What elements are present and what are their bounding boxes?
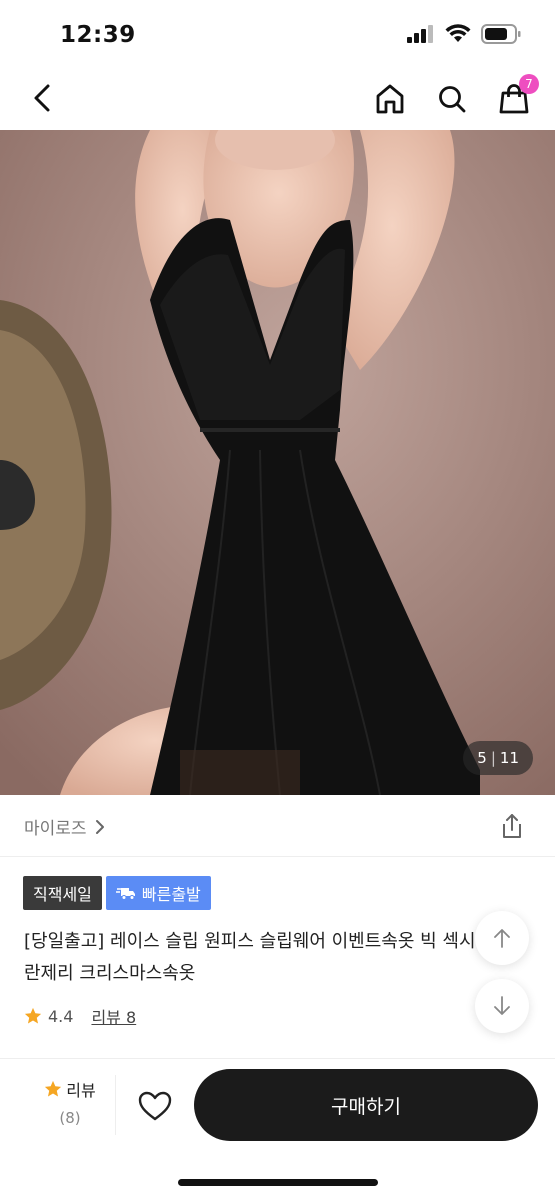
star-icon [24,1007,42,1024]
buy-button[interactable]: 구매하기 [194,1069,538,1141]
review-summary-label-row: 리뷰 [30,1077,110,1101]
review-summary-label: 리뷰 [66,1081,96,1100]
wifi-icon [445,24,471,42]
search-button[interactable] [433,80,471,118]
cart-count-badge: 7 [519,74,539,94]
home-button[interactable] [371,80,409,118]
image-counter: 5 | 11 [463,741,533,775]
truck-icon [115,888,135,900]
rating-value: 4.4 [48,1006,74,1026]
status-icons [407,24,521,44]
seller-link[interactable]: 마이로즈 [24,814,105,839]
chevron-right-icon [95,819,104,834]
arrow-up-icon [494,929,510,948]
search-icon [439,86,466,113]
seller-name: 마이로즈 [24,819,87,839]
scroll-down-button[interactable] [475,979,529,1033]
rating-row: 4.4 리뷰 8 [24,1004,136,1028]
image-counter-current: 5 [477,749,487,767]
seller-row: 마이로즈 [0,795,555,857]
product-tags: 직잭세일 빠른출발 [23,876,211,910]
share-icon [503,814,521,838]
product-image[interactable]: 5 | 11 [0,130,555,795]
product-photo [0,130,555,795]
nav-bar: 7 [0,68,555,130]
status-time: 12:39 [60,22,136,48]
review-count-link[interactable]: 리뷰 8 [91,1004,136,1028]
vertical-separator [115,1075,116,1135]
home-icon [376,84,404,114]
cart-button[interactable]: 7 [495,74,539,118]
home-indicator [178,1179,378,1186]
review-summary-button[interactable]: 리뷰 (8) [30,1077,110,1127]
arrow-down-icon [494,996,510,1015]
bottom-action-bar: 리뷰 (8) 구매하기 [0,1059,555,1200]
review-summary-count: (8) [59,1109,81,1127]
tag-direct-sale: 직잭세일 [23,876,102,910]
chevron-left-icon [34,84,50,112]
share-button[interactable] [497,811,527,841]
tag-label: 빠른출발 [141,885,201,904]
signal-icon [407,25,433,43]
tag-label: 직잭세일 [33,885,92,904]
like-button[interactable] [134,1085,176,1127]
image-counter-separator: | [490,749,496,767]
heart-icon [138,1091,172,1121]
image-counter-total: 11 [499,749,519,767]
star-icon [45,1080,62,1097]
tag-fast-shipping: 빠른출발 [105,876,211,910]
nav-actions: 7 [371,74,539,118]
scroll-up-button[interactable] [475,911,529,965]
battery-icon [481,24,521,44]
back-button[interactable] [24,80,60,116]
product-title: [당일출고] 레이스 슬립 원피스 슬립웨어 이벤트속옷 빅 섹시 란제리 크리… [24,931,476,984]
status-bar: 12:39 [0,0,555,68]
